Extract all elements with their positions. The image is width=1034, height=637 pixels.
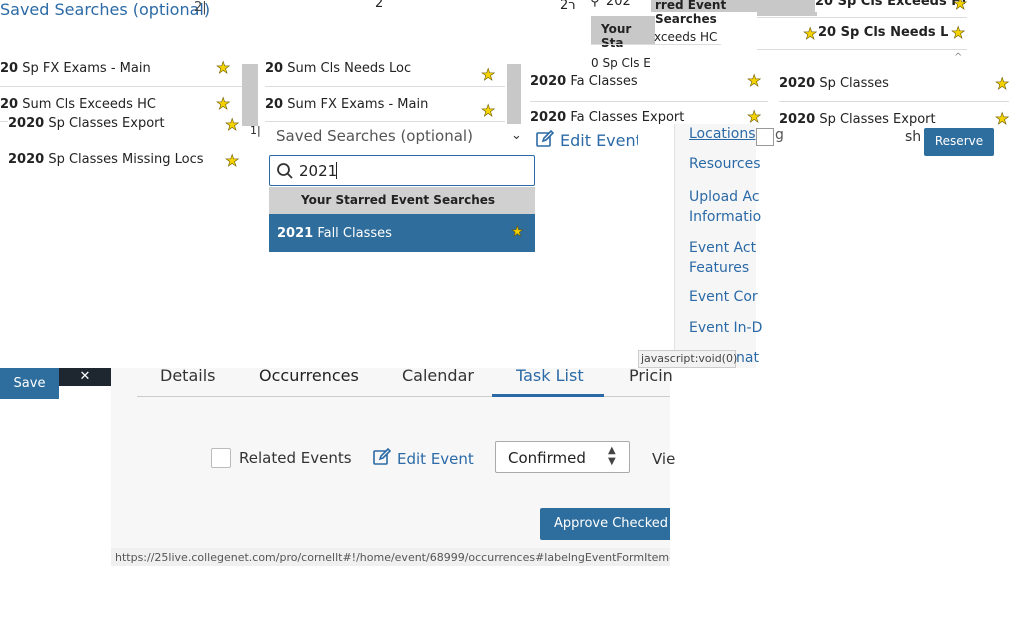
star-icon[interactable]: ★ (481, 102, 496, 119)
edit-icon (536, 129, 555, 147)
view-fragment: Vie (652, 450, 676, 468)
scrollbar[interactable] (242, 64, 258, 126)
star-icon[interactable]: ★ (803, 25, 818, 42)
related-events-checkbox[interactable] (211, 448, 231, 468)
search-result-item[interactable]: 2021 Fall Classes (269, 214, 535, 252)
search-icon: ⚲ (590, 0, 600, 9)
status-url-bar: https://25live.collegenet.com/pro/cornel… (111, 548, 670, 566)
close-icon: ✕ (79, 369, 91, 384)
star-icon[interactable]: ★ (216, 59, 231, 76)
list-item[interactable]: 2020 Sp Classes Export (779, 112, 1009, 128)
starred-searches-header: Your Starred Event Searches (269, 187, 535, 214)
checkbox[interactable] (756, 128, 774, 146)
side-menu-resources[interactable]: Resources (689, 156, 761, 172)
list-item[interactable]: 20 Sp Cls Needs Loc (818, 25, 948, 43)
star-icon[interactable]: ★ (216, 95, 231, 112)
text-fragment-2: 2 (375, 0, 384, 11)
text-fragment: g (775, 127, 784, 143)
reserve-button[interactable]: Reserve (924, 128, 994, 156)
edit-event-button[interactable]: Edit Event (397, 450, 474, 468)
divider (779, 101, 1009, 102)
star-icon[interactable]: ★ (953, 0, 968, 12)
list-item[interactable]: 2020 Sp Classes (779, 76, 1009, 98)
reserve-fragment: sh (905, 129, 922, 145)
divider (0, 86, 242, 87)
edit-event-link[interactable]: Edit Event (560, 131, 642, 150)
star-icon[interactable]: ★ (995, 75, 1010, 92)
sp-cls-fragment: 0 Sp Cls E (591, 56, 651, 70)
side-menu-event-in-depth[interactable]: Event In-D (689, 320, 762, 336)
list-item[interactable]: 20 Sum Cls Exceeds HC (0, 94, 242, 118)
divider (265, 121, 505, 122)
top-separator (591, 44, 721, 45)
star-icon[interactable]: ★ (747, 72, 762, 89)
list-item[interactable]: 20 Sum FX Exams - Main (265, 94, 505, 118)
star-icon[interactable]: ★ (225, 116, 240, 133)
tab-occurrences[interactable]: Occurrences (259, 366, 359, 385)
active-tab-indicator (492, 394, 604, 397)
scrollbar[interactable] (507, 64, 521, 124)
list-item[interactable]: 20 Sp FX Exams - Main (0, 58, 242, 84)
close-button[interactable]: ✕ (59, 368, 111, 386)
text-fragment-202: 202 (606, 0, 631, 9)
tab-pricing[interactable]: Pricin (629, 366, 673, 385)
search-input[interactable]: 2021 (269, 155, 535, 186)
side-menu-more[interactable]: nat (736, 350, 759, 366)
result-name: Fall Classes (313, 226, 392, 241)
select-arrows-icon: ▲ ▼ (608, 445, 616, 467)
side-menu-locations[interactable]: Locations (689, 126, 756, 142)
side-menu-event-contacts[interactable]: Event Cor (689, 289, 758, 305)
star-icon[interactable]: ★ (951, 24, 966, 41)
text-fragment: 2| (194, 0, 207, 15)
side-menu-rule (638, 124, 674, 368)
state-select-value: Confirmed (508, 449, 586, 467)
text-cursor (336, 162, 337, 179)
list-item[interactable]: 2020 Fa Classes (530, 74, 768, 96)
side-menu-upload[interactable]: Upload Ac Informatio (689, 187, 761, 227)
search-input-value: 2021 (299, 162, 338, 180)
star-icon[interactable]: ★ (225, 152, 240, 169)
saved-searches-link[interactable]: Saved Searches (optional) (0, 0, 210, 19)
approve-checked-button[interactable]: Approve Checked (540, 508, 670, 540)
list-item[interactable]: 20 Sp Cls Exceeds HC (815, 0, 965, 12)
related-events-label: Related Events (239, 449, 352, 467)
your-starred-fragment: Your Sta (591, 16, 655, 50)
star-icon[interactable]: ★ (481, 66, 496, 83)
text-fragment-o: ר2 (560, 0, 576, 13)
exceeds-hc-fragment: xceeds HC (654, 30, 718, 44)
list-item[interactable]: 2020 Sp Classes Export (8, 116, 242, 134)
caret-fragment: ^ (954, 52, 963, 63)
col4-top-bar (757, 0, 817, 16)
star-icon[interactable]: ★ (511, 225, 524, 240)
edit-icon (373, 447, 392, 465)
divider (265, 86, 505, 87)
saved-searches-label: Saved Searches (optional) (276, 127, 473, 145)
list-item[interactable]: 20 Sum Cls Needs Loc (265, 58, 505, 84)
divider (757, 49, 967, 50)
save-button[interactable]: Save (0, 368, 59, 399)
tab-task-list[interactable]: Task List (516, 366, 584, 385)
star-icon[interactable]: ★ (747, 108, 762, 125)
result-year: 2021 (277, 226, 314, 241)
star-icon[interactable]: ★ (995, 110, 1010, 127)
tab-details[interactable]: Details (160, 366, 215, 385)
state-select[interactable]: Confirmed ▲ ▼ (495, 441, 630, 473)
search-icon (277, 163, 293, 179)
divider (757, 17, 967, 18)
tab-calendar[interactable]: Calendar (402, 366, 474, 385)
chevron-down-icon[interactable]: ⌄ (511, 128, 522, 143)
side-menu-event-actions[interactable]: Event Act Features (689, 238, 756, 278)
divider (530, 101, 768, 102)
list-item[interactable]: 2020 Sp Classes Missing Locs (8, 152, 242, 174)
